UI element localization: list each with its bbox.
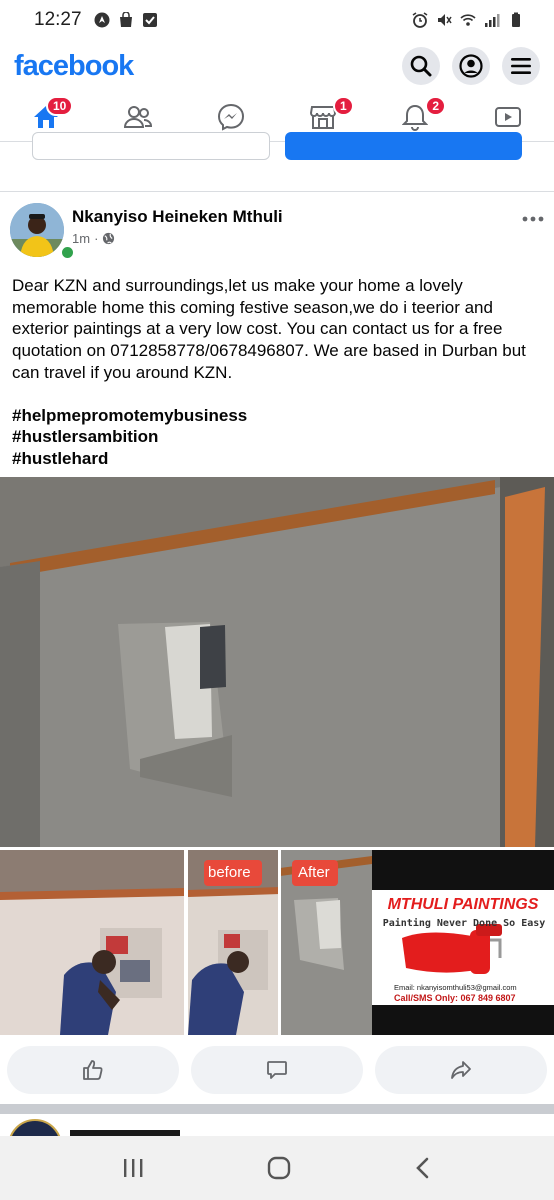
hashtag-link[interactable]: #hustlehard [12, 448, 542, 470]
post-message: Dear KZN and surroundings,let us make yo… [12, 276, 526, 382]
menu-button[interactable] [502, 47, 540, 85]
status-time: 12:27 [34, 9, 82, 30]
share-icon [451, 1061, 471, 1079]
wifi-icon [460, 14, 476, 26]
online-status-icon [60, 245, 75, 260]
ad-tagline: Painting Never Done So Easy [382, 918, 546, 929]
post-actions [0, 1046, 554, 1096]
ad-brand: MTHULI PAINTINGS [387, 896, 539, 913]
battery-icon [512, 12, 520, 27]
profile-button[interactable] [452, 47, 490, 85]
try-it-button[interactable] [285, 132, 522, 160]
hashtag-link[interactable]: #helpmepromotemybusiness [12, 405, 542, 427]
status-bar: 12:27 [0, 0, 554, 40]
learn-more-button[interactable] [32, 132, 270, 160]
post-header: Nkanyiso Heineken Mthuli 1m · [0, 193, 554, 263]
post-photo-main[interactable] [0, 477, 554, 847]
profile-icon [459, 54, 483, 78]
video-icon [494, 106, 521, 127]
more-options-button[interactable] [522, 203, 544, 263]
navigation-icon [94, 12, 110, 28]
globe-icon [103, 232, 115, 245]
wall-photo [0, 477, 554, 847]
post-timestamp[interactable]: 1m [72, 231, 90, 246]
meta-dot: · [94, 231, 99, 246]
hashtag-link[interactable]: #hustlersambition [12, 426, 542, 448]
business-ad-photo[interactable]: MTHULI PAINTINGS Painting Never Done So … [372, 850, 554, 1035]
comment-button[interactable] [191, 1046, 363, 1094]
facebook-logo[interactable]: facebook [14, 50, 134, 83]
home-nav-icon[interactable] [266, 1155, 292, 1181]
like-icon [83, 1060, 103, 1080]
post-author[interactable]: Nkanyiso Heineken Mthuli [72, 207, 283, 227]
avatar[interactable] [10, 203, 64, 257]
post-photo-row: before After MTHULI PAINTINGS Painting N… [0, 850, 554, 1035]
android-navigation-bar [0, 1136, 554, 1200]
menu-icon [511, 58, 531, 74]
like-button[interactable] [7, 1046, 179, 1094]
comment-icon [267, 1061, 287, 1079]
post-divider [0, 180, 554, 192]
ad-phone: Call/SMS Only: 067 849 6807 [394, 993, 516, 1003]
checkbox-icon [142, 13, 157, 27]
share-button[interactable] [375, 1046, 547, 1094]
bag-icon [119, 12, 132, 27]
friends-icon [124, 105, 153, 128]
messenger-icon [217, 103, 244, 131]
after-label: After [298, 864, 330, 881]
recent-apps-icon[interactable] [121, 1157, 145, 1179]
mute-icon [438, 14, 452, 26]
notifications-badge: 2 [425, 96, 446, 116]
signal-icon [485, 14, 500, 27]
marketplace-badge: 1 [332, 96, 354, 116]
app-header: facebook [0, 40, 554, 92]
before-after-photo[interactable]: before After [188, 850, 372, 1035]
post-body: Dear KZN and surroundings,let us make yo… [0, 263, 554, 470]
back-icon[interactable] [413, 1156, 433, 1180]
feed-separator [0, 1104, 554, 1114]
ad-email: Email: nkanyisomthuli53@gmail.com [394, 983, 517, 992]
post-photo-thumb[interactable] [0, 850, 184, 1035]
search-icon [410, 55, 432, 77]
home-badge: 10 [46, 96, 74, 116]
alarm-icon [412, 12, 428, 28]
before-label: before [208, 864, 251, 881]
search-button[interactable] [402, 47, 440, 85]
more-options-icon [522, 216, 544, 222]
feed-post: Nkanyiso Heineken Mthuli 1m · Dear KZN a… [0, 193, 554, 470]
